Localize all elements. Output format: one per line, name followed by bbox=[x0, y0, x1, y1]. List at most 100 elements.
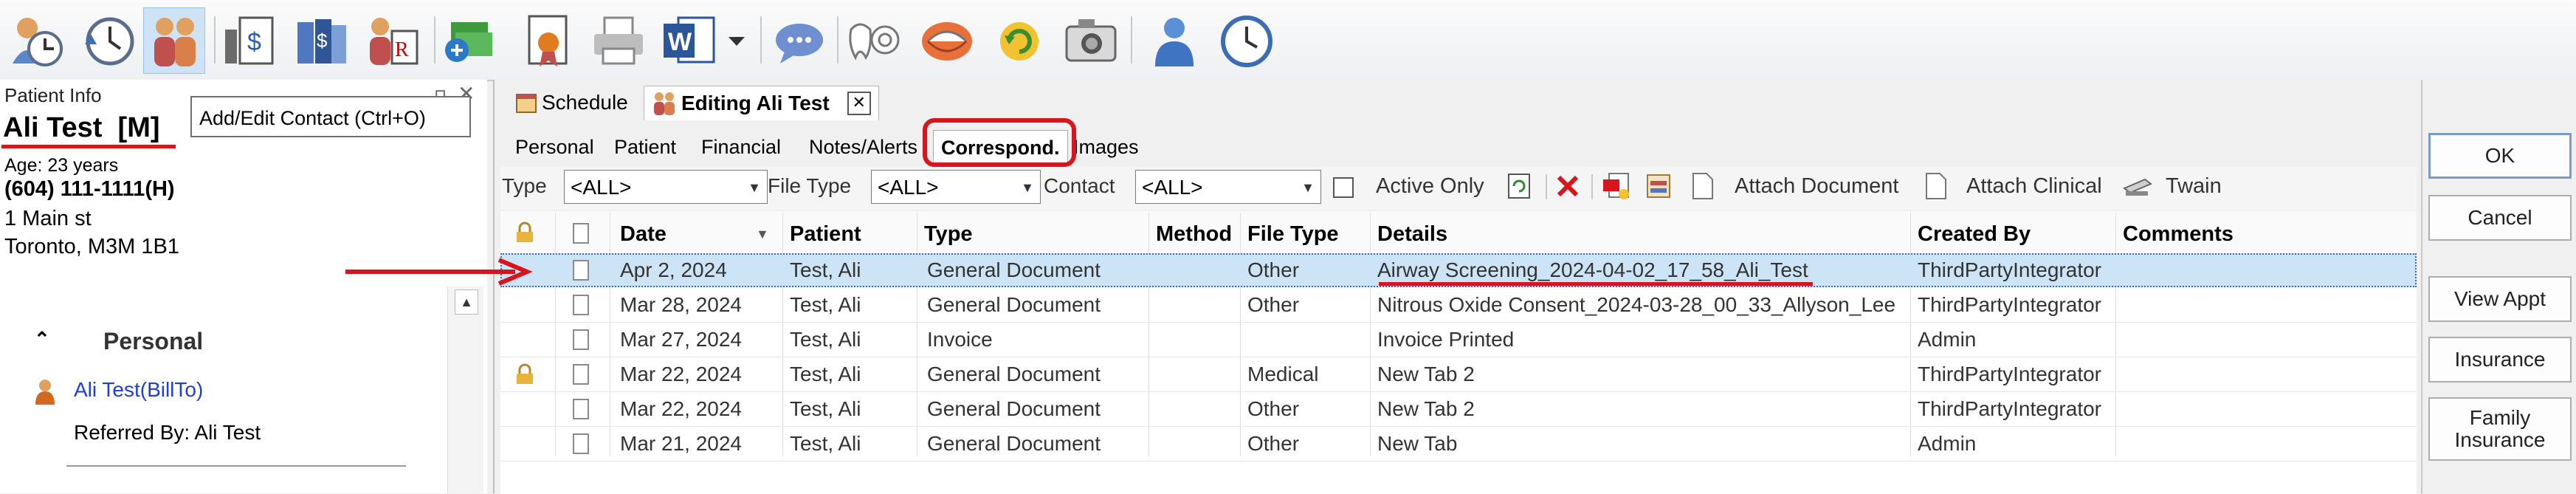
column-header-details[interactable]: Details bbox=[1377, 213, 1447, 255]
chat-icon[interactable] bbox=[768, 7, 830, 74]
lock-icon bbox=[515, 363, 534, 385]
recall-refresh-icon[interactable] bbox=[988, 7, 1050, 74]
subtab-patient[interactable]: Patient bbox=[607, 130, 683, 164]
cell-file-type: Medical bbox=[1247, 363, 1319, 385]
file-type-filter-label: File Type bbox=[768, 174, 852, 197]
cell-created-by: ThirdPartyIntegrator bbox=[1918, 363, 2101, 385]
subtab-notes-alerts[interactable]: Notes/Alerts bbox=[802, 130, 925, 164]
twain-button[interactable]: Twain bbox=[2166, 174, 2222, 199]
view-appt-button[interactable]: View Appt bbox=[2428, 276, 2572, 322]
type-filter-label: Type bbox=[502, 174, 547, 197]
section-title-personal: Personal bbox=[103, 328, 204, 354]
billing-books-icon[interactable]: $ bbox=[291, 7, 353, 74]
pdf-icon[interactable] bbox=[1602, 171, 1631, 201]
family-insurance-button[interactable]: Family Insurance bbox=[2428, 397, 2572, 461]
cell-details: Nitrous Oxide Consent_2024-03-28_00_33_A… bbox=[1377, 293, 1896, 316]
red-underline-annotation bbox=[1379, 282, 1813, 286]
patient-name: Ali Test [M] bbox=[3, 112, 160, 143]
column-header-comments[interactable]: Comments bbox=[2123, 213, 2234, 255]
tab-editing-patient[interactable]: Editing Ali Test ✕ bbox=[644, 86, 879, 120]
bill-to-link[interactable]: Ali Test(BillTo) bbox=[74, 378, 203, 402]
cell-date: Mar 22, 2024 bbox=[620, 363, 742, 385]
column-header-created-by[interactable]: Created By bbox=[1918, 213, 2031, 255]
svg-text:R: R bbox=[395, 38, 409, 61]
lock-column-icon bbox=[515, 222, 534, 244]
subtab-personal[interactable]: Personal bbox=[508, 130, 602, 164]
person-icon bbox=[35, 380, 55, 405]
document-icon bbox=[573, 433, 589, 454]
printer-icon[interactable] bbox=[588, 7, 650, 74]
cell-date: Mar 21, 2024 bbox=[620, 432, 742, 455]
tooltip: Add/Edit Contact (Ctrl+O) bbox=[190, 96, 471, 137]
money-add-icon[interactable] bbox=[441, 7, 503, 74]
cancel-button[interactable]: Cancel bbox=[2428, 195, 2572, 241]
table-row[interactable] bbox=[500, 427, 2417, 462]
attach-document-button[interactable]: Attach Document bbox=[1735, 174, 1898, 199]
toolbar-separator bbox=[837, 16, 838, 64]
patient-info-title: Patient Info bbox=[4, 84, 102, 106]
patient-address-line2: Toronto, M3M 1B1 bbox=[4, 235, 179, 258]
cell-details: Invoice Printed bbox=[1377, 328, 1515, 351]
documents-icon[interactable] bbox=[1645, 171, 1674, 201]
active-only-label[interactable]: Active Only bbox=[1376, 174, 1484, 199]
patient-address-line1: 1 Main st bbox=[4, 207, 92, 230]
document-icon bbox=[573, 260, 589, 281]
ok-button[interactable]: OK bbox=[2428, 133, 2572, 179]
word-dropdown-icon[interactable] bbox=[722, 7, 751, 74]
cell-patient: Test, Ali bbox=[790, 258, 861, 281]
document-icon bbox=[573, 364, 589, 385]
refresh-icon[interactable] bbox=[1507, 171, 1532, 201]
subtab-images[interactable]: Images bbox=[1066, 130, 1146, 164]
patient-family-icon[interactable] bbox=[143, 7, 205, 74]
camera-icon[interactable] bbox=[1060, 7, 1122, 74]
cell-file-type: Other bbox=[1247, 258, 1300, 281]
cell-created-by: Admin bbox=[1918, 328, 1977, 351]
attach-clinical-icon[interactable] bbox=[1925, 171, 1947, 201]
contact-filter-select[interactable]: <ALL> ▼ bbox=[1135, 170, 1321, 204]
appointment-clock-icon[interactable] bbox=[4, 7, 66, 74]
subtab-financial[interactable]: Financial bbox=[694, 130, 788, 164]
file-type-filter-select[interactable]: <ALL> ▼ bbox=[871, 170, 1041, 204]
certificate-icon[interactable] bbox=[517, 7, 579, 74]
user-icon[interactable] bbox=[1143, 7, 1205, 74]
word-document-icon[interactable]: W bbox=[658, 7, 720, 74]
column-header-date[interactable]: Date bbox=[620, 213, 667, 255]
prescription-icon[interactable]: R bbox=[362, 7, 424, 74]
patient-family-icon bbox=[654, 92, 675, 115]
clock-icon[interactable] bbox=[1215, 7, 1277, 74]
attach-clinical-button[interactable]: Attach Clinical bbox=[1966, 174, 2102, 199]
toolbar-separator bbox=[214, 16, 216, 64]
cell-type: General Document bbox=[927, 363, 1101, 385]
clock-back-icon[interactable] bbox=[77, 7, 139, 74]
active-only-checkbox[interactable] bbox=[1333, 177, 1354, 198]
tab-schedule[interactable]: Schedule bbox=[508, 86, 636, 120]
chevron-down-icon: ▼ bbox=[1021, 180, 1034, 195]
toolbar-separator bbox=[1131, 16, 1132, 64]
red-arrow-annotation bbox=[345, 258, 533, 286]
column-header-type[interactable]: Type bbox=[924, 213, 973, 255]
insurance-button[interactable]: Insurance bbox=[2428, 337, 2572, 382]
column-header-patient[interactable]: Patient bbox=[790, 213, 861, 255]
main-toolbar: $ $ R W bbox=[0, 0, 2576, 81]
tooth-chart-icon[interactable] bbox=[843, 7, 905, 74]
scroll-up-icon[interactable]: ▲ bbox=[455, 289, 478, 315]
file-type-filter-value: <ALL> bbox=[878, 176, 939, 199]
type-filter-select[interactable]: <ALL> ▼ bbox=[564, 170, 768, 204]
document-icon bbox=[573, 399, 589, 419]
scanner-icon[interactable] bbox=[2123, 171, 2152, 201]
patient-phone: (604) 111-1111(H) bbox=[4, 177, 175, 201]
panel-scrollbar[interactable] bbox=[447, 287, 483, 493]
contact-filter-label: Contact bbox=[1044, 174, 1115, 197]
sort-descending-icon[interactable]: ▼ bbox=[756, 213, 769, 255]
collapse-chevron-icon[interactable]: ⌃ bbox=[34, 328, 50, 351]
delete-icon[interactable] bbox=[1554, 171, 1581, 201]
ledger-dollar-icon[interactable]: $ bbox=[220, 7, 282, 74]
cell-type: General Document bbox=[927, 397, 1101, 420]
cell-date: Apr 2, 2024 bbox=[620, 258, 727, 281]
close-tab-icon[interactable]: ✕ bbox=[847, 92, 871, 115]
perio-chart-icon[interactable] bbox=[915, 7, 977, 74]
column-header-file-type[interactable]: File Type bbox=[1247, 213, 1339, 255]
attach-document-icon[interactable] bbox=[1692, 171, 1714, 201]
schedule-icon bbox=[516, 94, 537, 113]
column-header-method[interactable]: Method bbox=[1156, 213, 1232, 255]
